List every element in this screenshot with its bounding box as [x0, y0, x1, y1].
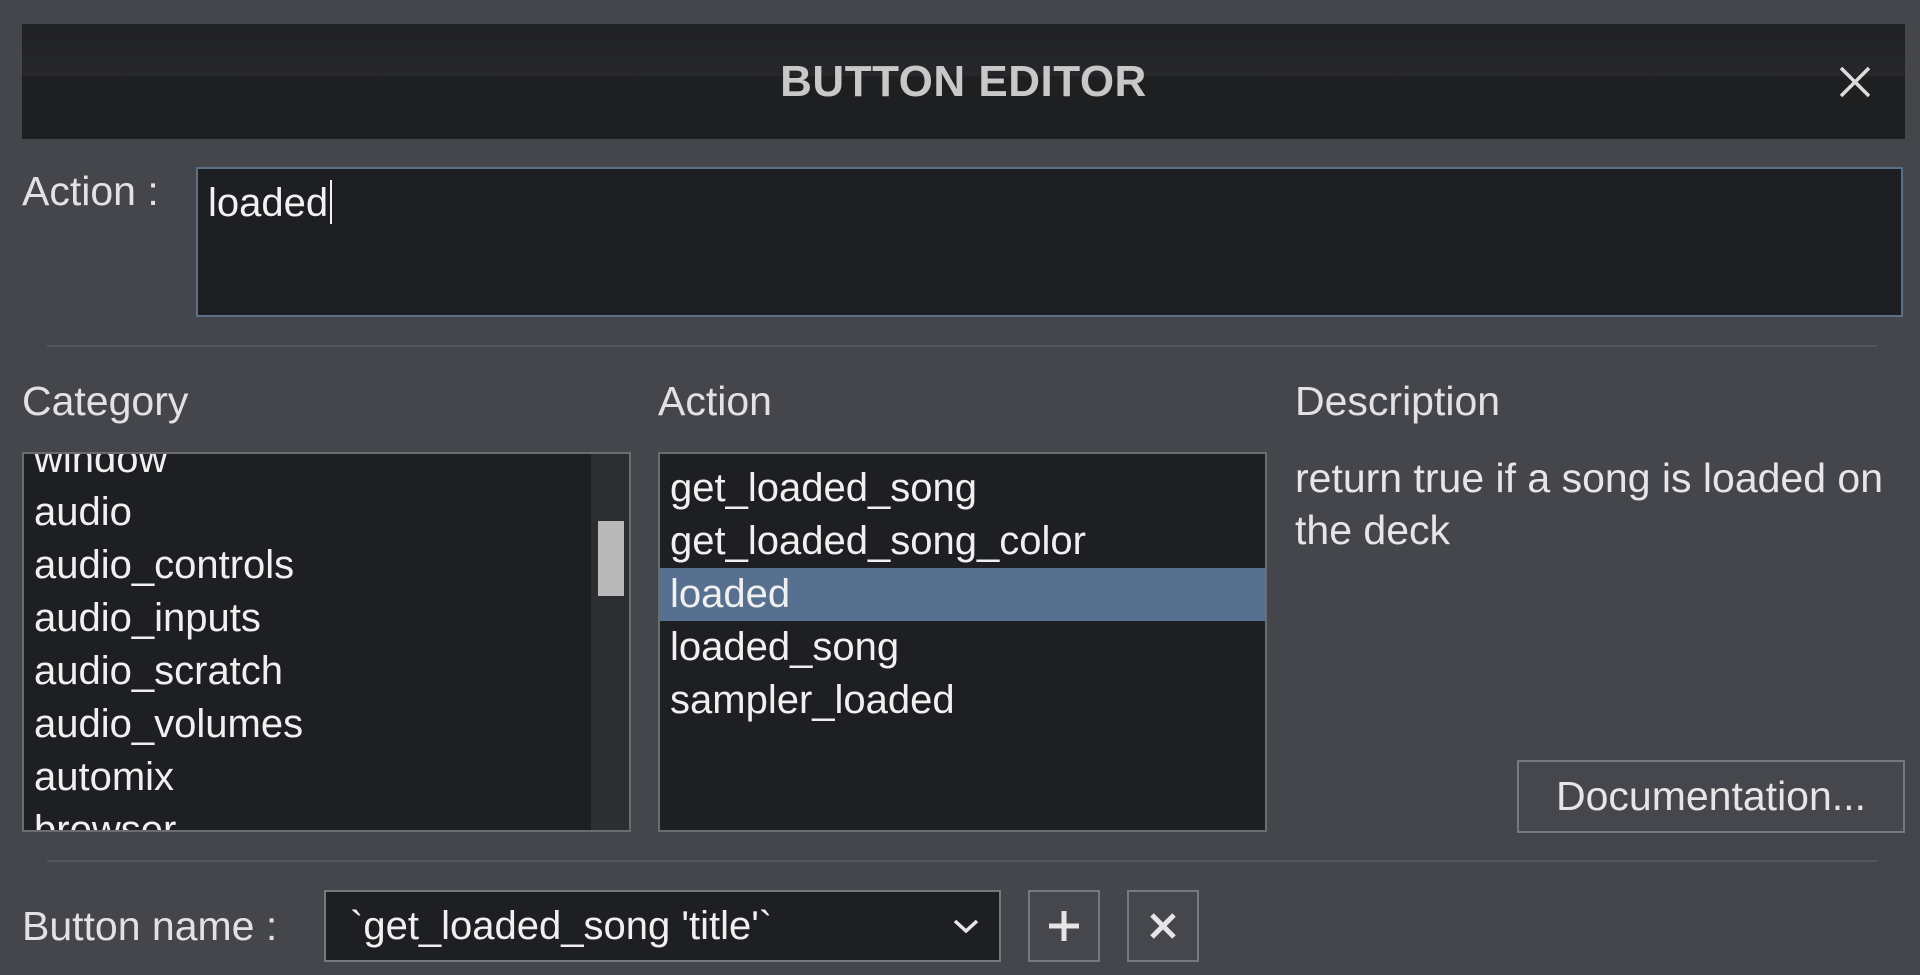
category-scrollbar[interactable]	[591, 454, 629, 830]
button-name-value: `get_loaded_song 'title'`	[350, 904, 773, 948]
action-input[interactable]: loaded	[196, 167, 1903, 317]
category-item-audio-controls[interactable]: audio_controls	[24, 539, 594, 592]
button-name-label: Button name :	[22, 903, 278, 949]
category-item-audio-volumes[interactable]: audio_volumes	[24, 698, 594, 751]
plus-icon	[1049, 911, 1079, 941]
action-item-loaded-song[interactable]: loaded_song	[660, 621, 1265, 674]
button-name-select[interactable]: `get_loaded_song 'title'`	[324, 890, 1001, 962]
action-header: Action	[658, 378, 772, 424]
title-bar: BUTTON EDITOR	[22, 24, 1905, 139]
action-item-loaded[interactable]: loaded	[660, 568, 1265, 621]
category-list[interactable]: window audio audio_controls audio_inputs…	[22, 452, 631, 832]
chevron-down-icon	[953, 919, 979, 934]
close-button[interactable]	[1835, 62, 1875, 102]
add-button[interactable]	[1028, 890, 1100, 962]
action-input-value: loaded	[208, 181, 329, 225]
remove-button[interactable]	[1127, 890, 1199, 962]
action-label: Action :	[22, 168, 159, 214]
divider-bottom	[47, 860, 1877, 862]
description-text: return true if a song is loaded on the d…	[1295, 455, 1884, 553]
category-item-audio-inputs[interactable]: audio_inputs	[24, 592, 594, 645]
documentation-button[interactable]: Documentation...	[1517, 760, 1905, 833]
divider-top	[47, 345, 1877, 347]
category-item-audio-scratch[interactable]: audio_scratch	[24, 645, 594, 698]
category-list-items: window audio audio_controls audio_inputs…	[24, 454, 594, 830]
action-list-items: get_loaded_song get_loaded_song_color lo…	[660, 454, 1265, 727]
category-header: Category	[22, 378, 189, 424]
description-header: Description	[1295, 378, 1501, 424]
category-item-window[interactable]: window	[24, 454, 594, 486]
close-icon	[1839, 66, 1871, 98]
x-icon	[1150, 913, 1176, 939]
category-item-audio[interactable]: audio	[24, 486, 594, 539]
category-item-automix[interactable]: automix	[24, 751, 594, 804]
action-item-sampler-loaded[interactable]: sampler_loaded	[660, 674, 1265, 727]
dialog-title: BUTTON EDITOR	[780, 57, 1147, 106]
action-list[interactable]: get_loaded_song get_loaded_song_color lo…	[658, 452, 1267, 832]
action-item-get-loaded-song[interactable]: get_loaded_song	[660, 462, 1265, 515]
text-caret	[330, 180, 333, 224]
category-item-browser[interactable]: browser	[24, 804, 594, 830]
category-scrollbar-thumb[interactable]	[598, 521, 624, 596]
action-item-get-loaded-song-color[interactable]: get_loaded_song_color	[660, 515, 1265, 568]
